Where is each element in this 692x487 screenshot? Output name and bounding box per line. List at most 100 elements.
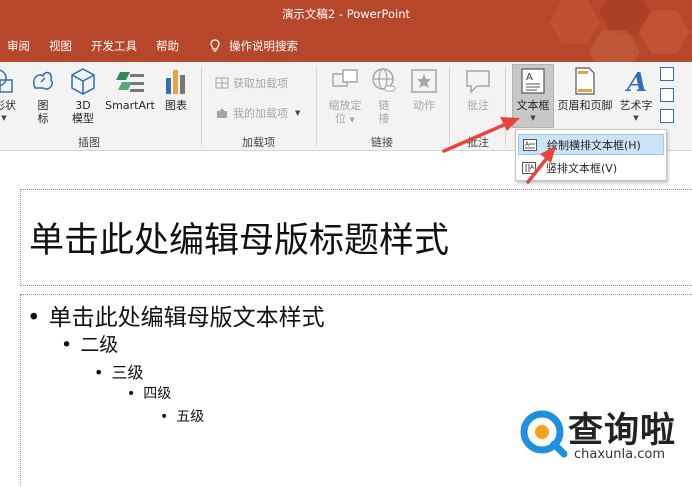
divider <box>505 66 506 146</box>
shapes-icon <box>0 69 13 93</box>
action-button[interactable]: 动作 <box>408 66 440 112</box>
title-placeholder[interactable]: 单击此处编辑母版标题样式 <box>20 189 692 286</box>
chevron-down-icon: ▼ <box>530 114 536 122</box>
chevron-down-icon: ▼ <box>295 109 301 117</box>
watermark-name: 查询啦 <box>568 411 677 451</box>
watermark: 查询啦 chaxunla.com <box>516 402 688 466</box>
comments-group-label: 批注 <box>467 136 489 149</box>
wordart-button[interactable]: A 艺术字 ▼ <box>617 66 655 125</box>
chart-button[interactable]: 图表 <box>162 66 190 112</box>
zoom-button[interactable]: 缩放定 位 ▼ <box>324 66 366 127</box>
link-label-2: 接 <box>378 112 390 125</box>
level-2-label: 二级 <box>80 334 119 356</box>
3d-models-label-2: 模型 <box>72 112 94 125</box>
store-icon <box>215 77 229 89</box>
draw-horizontal-text-box-label: 绘制横排文本框(H) <box>547 138 641 152</box>
title-placeholder-text: 单击此处编辑母版标题样式 <box>29 221 450 261</box>
level-2-text: • 二级 <box>61 330 118 357</box>
level-4-label: 四级 <box>143 386 172 402</box>
smartart-button[interactable]: SmartArt <box>104 66 156 112</box>
level-5-label: 五级 <box>176 409 205 425</box>
bar-chart-icon <box>166 70 185 94</box>
smartart-icon <box>116 72 144 92</box>
zoom-label-1: 缩放定 <box>328 99 362 112</box>
smartart-label: SmartArt <box>105 99 155 112</box>
3d-models-button[interactable]: 3D 模型 <box>68 66 98 125</box>
lightbulb-icon <box>210 39 220 52</box>
tab-view[interactable]: 视图 <box>49 38 72 54</box>
horizontal-text-box-icon: A <box>523 138 537 151</box>
my-addins-label: 我的加载项 <box>233 107 288 120</box>
level-4-text: • 四级 <box>127 383 171 403</box>
chevron-down-icon: ▼ <box>349 116 355 124</box>
globe-link-icon <box>372 68 396 92</box>
tab-developer[interactable]: 开发工具 <box>91 38 137 54</box>
bullet: • <box>160 409 169 425</box>
puzzle-icon <box>217 108 227 118</box>
svg-text:A: A <box>624 68 647 96</box>
tab-help[interactable]: 帮助 <box>156 38 179 54</box>
text-box-icon: A <box>521 68 545 94</box>
title-bar: 演示文稿2 - PowerPoint 审阅 视图 开发工具 帮助 操作说明搜索 <box>0 0 692 62</box>
comment-button[interactable]: 批注 <box>462 66 494 112</box>
object-icon[interactable] <box>660 109 674 123</box>
text-box-button[interactable]: A 文本框 ▼ <box>512 66 554 125</box>
illustrations-group-label: 插图 <box>78 136 100 149</box>
icons-icon <box>32 71 54 90</box>
icons-button[interactable]: 图 标 <box>29 66 57 125</box>
chevron-down-icon: ▼ <box>1 114 7 122</box>
link-button[interactable]: 链 接 <box>370 66 398 125</box>
link-label-1: 链 <box>378 99 390 112</box>
star-action-icon <box>411 69 437 93</box>
get-addins-button[interactable]: 获取加载项 <box>215 75 288 91</box>
comment-icon <box>466 70 490 94</box>
vertical-text-box-label: 竖排文本框(V) <box>546 161 618 175</box>
divider <box>316 66 317 146</box>
level-1-text: • 单击此处编辑母版文本样式 <box>27 298 325 332</box>
header-footer-label: 页眉和页脚 <box>557 99 613 112</box>
bullet: • <box>27 305 41 331</box>
wordart-icon: A <box>624 68 647 98</box>
shapes-label: 形状 <box>0 99 16 112</box>
level-3-text: • 三级 <box>94 359 143 383</box>
chevron-down-icon: ▼ <box>633 114 639 122</box>
comment-label: 批注 <box>467 99 489 112</box>
level-1-label: 单击此处编辑母版文本样式 <box>48 305 325 331</box>
zoom-icon <box>332 69 358 87</box>
text-box-dropdown: A 绘制横排文本框(H) A 竖排文本框(V) <box>515 129 667 181</box>
chart-label: 图表 <box>165 99 187 112</box>
zoom-label-2: 位 ▼ <box>324 112 366 127</box>
watermark-url: chaxunla.com <box>574 447 665 462</box>
bullet: • <box>61 334 73 356</box>
ribbon-tabs: 审阅 视图 开发工具 帮助 操作说明搜索 <box>0 37 298 55</box>
vertical-text-box[interactable]: A 竖排文本框(V) <box>518 157 664 178</box>
level-3-label: 三级 <box>111 363 144 382</box>
addins-group-label: 加载项 <box>242 136 275 149</box>
header-footer-icon <box>575 67 595 95</box>
icons-label-1: 图 <box>37 99 49 112</box>
3d-models-label-1: 3D <box>75 99 91 112</box>
slide-number-icon[interactable] <box>660 88 674 102</box>
bullet: • <box>127 386 136 402</box>
text-box-label: 文本框 <box>516 99 550 112</box>
tell-me-search[interactable]: 操作说明搜索 <box>210 38 298 54</box>
zoom-label-2-text: 位 <box>335 112 347 125</box>
my-addins-button[interactable]: 我的加载项 ▼ <box>215 105 300 121</box>
window-title: 演示文稿2 - PowerPoint <box>281 7 411 21</box>
divider <box>449 66 450 146</box>
get-addins-label: 获取加载项 <box>233 77 288 90</box>
icons-label-2: 标 <box>37 112 49 125</box>
watermark-logo-icon <box>520 410 568 458</box>
shapes-button[interactable]: 形状 ▼ <box>0 66 16 125</box>
links-group-label: 链接 <box>371 136 393 149</box>
date-time-icon[interactable] <box>660 67 674 81</box>
header-footer-button[interactable]: 页眉和页脚 <box>556 66 614 112</box>
cube-icon <box>71 68 95 95</box>
tell-me-label: 操作说明搜索 <box>229 39 298 53</box>
draw-horizontal-text-box[interactable]: A 绘制横排文本框(H) <box>518 134 664 155</box>
wordart-label: 艺术字 <box>619 99 653 112</box>
bullet: • <box>94 363 104 382</box>
tab-review[interactable]: 审阅 <box>7 38 30 54</box>
action-label: 动作 <box>413 99 435 112</box>
level-5-text: • 五级 <box>160 406 204 426</box>
